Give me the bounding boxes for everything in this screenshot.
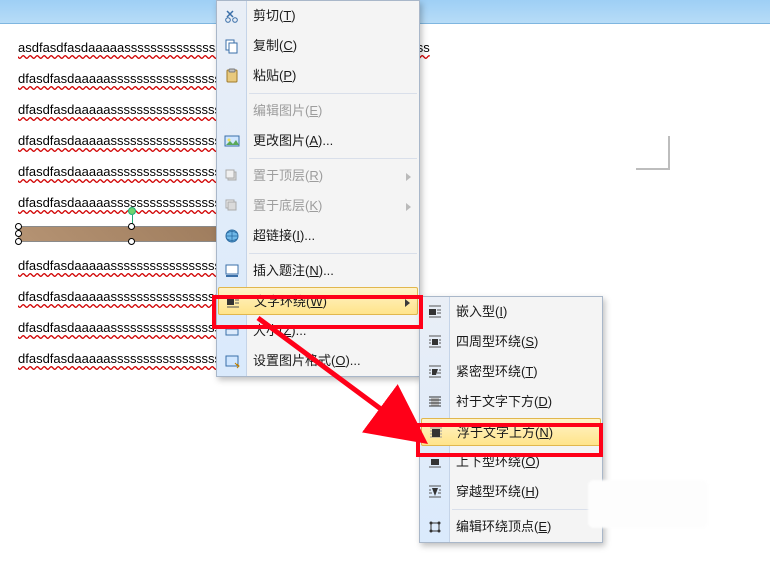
wrap-square-icon	[426, 333, 444, 351]
context-menu: 剪切(T) 复制(C) 粘贴(P) 编辑图片(E) 更改图片(A)... 置于顶…	[216, 0, 420, 377]
change-picture-icon	[223, 132, 241, 150]
submenu-arrow-icon	[406, 203, 411, 211]
wrap-front-icon	[427, 424, 445, 442]
menu-separator	[249, 158, 417, 159]
menu-item-bring-to-front: 置于顶层(R)	[217, 161, 419, 191]
menu-item-label: 文字环绕(W)	[254, 294, 327, 309]
menu-item-copy[interactable]: 复制(C)	[217, 31, 419, 61]
edit-picture-icon	[223, 102, 241, 120]
caption-icon	[223, 262, 241, 280]
menu-item-hyperlink[interactable]: 超链接(I)...	[217, 221, 419, 251]
menu-item-edit-picture: 编辑图片(E)	[217, 96, 419, 126]
menu-item-label: 四周型环绕(S)	[456, 334, 538, 349]
menu-item-label: 浮于文字上方(N)	[457, 425, 553, 440]
paste-icon	[223, 67, 241, 85]
menu-item-label: 粘贴(P)	[253, 68, 296, 83]
page-corner-marker	[636, 136, 670, 170]
menu-separator	[249, 253, 417, 254]
format-picture-icon	[223, 352, 241, 370]
menu-item-label: 置于底层(K)	[253, 198, 322, 213]
wrap-tight[interactable]: 紧密型环绕(T)	[420, 357, 602, 387]
cut-icon	[223, 7, 241, 25]
menu-item-label: 剪切(T)	[253, 8, 296, 23]
menu-item-label: 编辑图片(E)	[253, 103, 322, 118]
wrap-in-front-of-text[interactable]: 浮于文字上方(N)	[421, 418, 601, 446]
rotate-handle[interactable]	[128, 207, 136, 215]
resize-handle[interactable]	[15, 238, 22, 245]
wrap-edit-points[interactable]: 编辑环绕顶点(E)	[420, 512, 602, 542]
wrap-through-icon	[426, 483, 444, 501]
menu-item-cut[interactable]: 剪切(T)	[217, 1, 419, 31]
menu-item-send-to-back: 置于底层(K)	[217, 191, 419, 221]
edit-wrap-points-icon	[426, 518, 444, 536]
wrap-tight-icon	[426, 363, 444, 381]
watermark-blur	[588, 480, 708, 528]
resize-handle[interactable]	[15, 230, 22, 237]
wrap-inline-icon	[426, 303, 444, 321]
size-icon	[223, 322, 241, 340]
menu-item-label: 紧密型环绕(T)	[456, 364, 538, 379]
menu-item-insert-caption[interactable]: 插入题注(N)...	[217, 256, 419, 286]
menu-item-size[interactable]: 大小(Z)...	[217, 316, 419, 346]
resize-handle[interactable]	[128, 238, 135, 245]
bring-front-icon	[223, 167, 241, 185]
send-back-icon	[223, 197, 241, 215]
menu-separator	[452, 509, 600, 510]
resize-handle[interactable]	[128, 223, 135, 230]
submenu-arrow-icon	[405, 299, 410, 307]
menu-item-paste[interactable]: 粘贴(P)	[217, 61, 419, 91]
menu-item-label: 更改图片(A)...	[253, 133, 333, 148]
menu-item-label: 嵌入型(I)	[456, 304, 507, 319]
menu-item-label: 设置图片格式(O)...	[253, 353, 361, 368]
menu-item-label: 上下型环绕(O)	[456, 454, 540, 469]
menu-item-format-picture[interactable]: 设置图片格式(O)...	[217, 346, 419, 376]
menu-item-label: 穿越型环绕(H)	[456, 484, 539, 499]
wrap-square[interactable]: 四周型环绕(S)	[420, 327, 602, 357]
wrap-behind-text[interactable]: 衬于文字下方(D)	[420, 387, 602, 417]
wrap-topbottom-icon	[426, 453, 444, 471]
text-wrap-icon	[224, 293, 242, 311]
menu-item-label: 超链接(I)...	[253, 228, 315, 243]
wrap-top-bottom[interactable]: 上下型环绕(O)	[420, 447, 602, 477]
text-wrapping-submenu: 嵌入型(I) 四周型环绕(S) 紧密型环绕(T) 衬于文字下方(D) 浮于文字上…	[419, 296, 603, 543]
menu-item-label: 置于顶层(R)	[253, 168, 323, 183]
resize-handle[interactable]	[15, 223, 22, 230]
wrap-through[interactable]: 穿越型环绕(H)	[420, 477, 602, 507]
menu-item-text-wrapping[interactable]: 文字环绕(W)	[218, 287, 418, 315]
copy-icon	[223, 37, 241, 55]
menu-item-label: 编辑环绕顶点(E)	[456, 519, 551, 534]
submenu-arrow-icon	[406, 173, 411, 181]
hyperlink-icon	[223, 227, 241, 245]
selected-image[interactable]	[18, 226, 246, 242]
wrap-behind-icon	[426, 393, 444, 411]
menu-item-label: 衬于文字下方(D)	[456, 394, 552, 409]
menu-separator	[249, 93, 417, 94]
menu-item-label: 大小(Z)...	[253, 323, 306, 338]
menu-item-change-picture[interactable]: 更改图片(A)...	[217, 126, 419, 156]
menu-item-label: 复制(C)	[253, 38, 297, 53]
menu-item-label: 插入题注(N)...	[253, 263, 334, 278]
wrap-inline[interactable]: 嵌入型(I)	[420, 297, 602, 327]
